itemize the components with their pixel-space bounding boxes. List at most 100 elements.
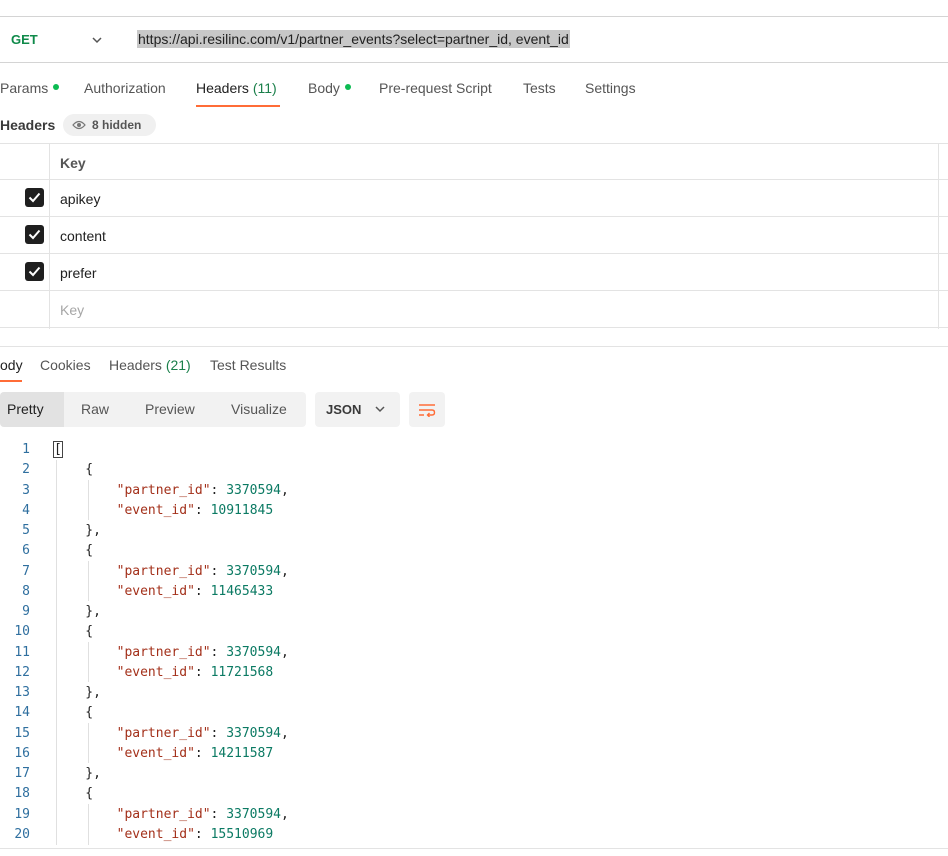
table-row-new: Key <box>0 291 948 328</box>
check-icon <box>28 266 41 277</box>
tab-params[interactable]: Params <box>0 80 60 96</box>
tab-authorization[interactable]: Authorization <box>84 80 166 96</box>
tab-response-headers[interactable]: Headers (21) <box>109 357 191 373</box>
url-input[interactable]: https://api.resilinc.com/v1/partner_even… <box>124 17 948 62</box>
tab-label: Cookies <box>40 357 91 373</box>
line-number: 8 <box>22 583 30 599</box>
code-text: "partner_id": 3370594, <box>116 482 289 498</box>
line-number: 20 <box>14 826 30 842</box>
code-text: "event_id": 11465433 <box>116 583 274 599</box>
code-line: 12 "event_id": 11721568 <box>0 663 948 683</box>
active-tab-indicator <box>0 380 22 382</box>
divider <box>0 346 948 347</box>
json-key: "partner_id" <box>116 806 211 822</box>
line-number: 4 <box>22 502 30 518</box>
tab-label: Params <box>0 80 49 96</box>
code-text: }, <box>54 523 101 538</box>
code-line: 18 { <box>0 784 948 804</box>
code-line: 13 }, <box>0 683 948 703</box>
view-raw-button[interactable]: Raw <box>81 392 109 427</box>
url-text[interactable]: https://api.resilinc.com/v1/partner_even… <box>137 30 570 48</box>
new-key-input[interactable]: Key <box>60 302 84 318</box>
tab-headers[interactable]: Headers (11) <box>196 80 277 96</box>
tab-label: Settings <box>585 80 636 96</box>
headers-title: Headers <box>0 117 56 133</box>
tab-settings[interactable]: Settings <box>585 80 636 96</box>
tab-cookies[interactable]: Cookies <box>40 357 91 373</box>
code-line: 20 "event_id": 15510969 <box>0 825 948 845</box>
header-key[interactable]: content <box>60 228 106 244</box>
line-number: 6 <box>22 543 30 559</box>
tab-body-response[interactable]: ody <box>0 357 23 373</box>
header-key[interactable]: prefer <box>60 265 97 281</box>
check-icon <box>28 229 41 240</box>
code-text: { <box>54 624 94 640</box>
code-line: 6 { <box>0 541 948 561</box>
code-line: 1[ <box>0 440 948 460</box>
code-line: 4 "event_id": 10911845 <box>0 501 948 521</box>
json-key: "event_id" <box>116 826 195 842</box>
code-line: 7 "partner_id": 3370594, <box>0 562 948 582</box>
line-number: 19 <box>14 806 30 822</box>
tab-test-results[interactable]: Test Results <box>210 357 286 373</box>
code-line: 5 }, <box>0 521 948 541</box>
response-code-viewer[interactable]: 1[ 2 {3 "partner_id": 3370594, 4 "event_id… <box>0 440 948 845</box>
code-text: { <box>54 462 94 478</box>
line-number: 10 <box>14 624 30 640</box>
method-select[interactable]: GET <box>0 17 118 62</box>
header-checkbox[interactable] <box>25 188 44 207</box>
view-visualize-button[interactable]: Visualize <box>231 392 287 427</box>
tab-label: Authorization <box>84 80 166 96</box>
format-label: JSON <box>326 402 362 417</box>
json-key: "partner_id" <box>116 644 211 660</box>
code-line: 8 "event_id": 11465433 <box>0 582 948 602</box>
format-select[interactable]: JSON <box>315 392 400 427</box>
tab-body[interactable]: Body <box>308 80 351 96</box>
tab-count: (11) <box>252 80 277 96</box>
wrap-icon <box>419 403 436 417</box>
bracket: [ <box>53 441 63 458</box>
line-number: 2 <box>22 462 30 478</box>
tab-count: (21) <box>165 357 191 373</box>
column-key: Key <box>60 155 86 171</box>
eye-icon <box>72 120 86 130</box>
header-checkbox[interactable] <box>25 225 44 244</box>
code-line: 3 "partner_id": 3370594, <box>0 481 948 501</box>
view-preview-button[interactable]: Preview <box>145 392 195 427</box>
code-text: { <box>54 705 94 721</box>
divider <box>0 848 948 849</box>
json-key: "partner_id" <box>116 725 211 741</box>
code-text: [ <box>53 440 63 460</box>
tab-label: Body <box>308 80 340 96</box>
column-divider <box>938 143 939 329</box>
tab-label: Test Results <box>210 357 287 373</box>
tab-tests[interactable]: Tests <box>523 80 556 96</box>
code-line: 15 "partner_id": 3370594, <box>0 724 948 744</box>
tab-label: ody <box>0 357 23 373</box>
method-label: GET <box>11 32 38 47</box>
hidden-headers-toggle[interactable]: 8 hidden <box>63 114 156 136</box>
line-number: 18 <box>14 786 30 802</box>
tab-label: Pre-request Script <box>379 80 492 96</box>
json-value: 11721568 <box>210 664 274 680</box>
wrap-lines-button[interactable] <box>409 392 445 427</box>
code-line: 10 { <box>0 622 948 642</box>
line-number: 5 <box>22 523 30 538</box>
code-text: "event_id": 14211587 <box>116 745 274 761</box>
chevron-down-icon <box>92 37 102 44</box>
code-text: }, <box>54 685 101 700</box>
code-text: "event_id": 15510969 <box>116 826 274 842</box>
header-checkbox[interactable] <box>25 262 44 281</box>
json-key: "event_id" <box>116 664 195 680</box>
json-value: 15510969 <box>210 826 274 842</box>
view-pretty-button[interactable]: Pretty <box>0 392 64 427</box>
code-line: 16 "event_id": 14211587 <box>0 744 948 764</box>
chevron-down-icon <box>375 406 385 413</box>
tab-pre-request-script[interactable]: Pre-request Script <box>379 80 492 96</box>
json-value: 3370594 <box>226 644 281 660</box>
line-number: 13 <box>14 685 30 700</box>
json-key: "event_id" <box>116 745 195 761</box>
header-key[interactable]: apikey <box>60 191 100 207</box>
code-text: "partner_id": 3370594, <box>116 806 289 822</box>
code-text: "partner_id": 3370594, <box>116 725 289 741</box>
